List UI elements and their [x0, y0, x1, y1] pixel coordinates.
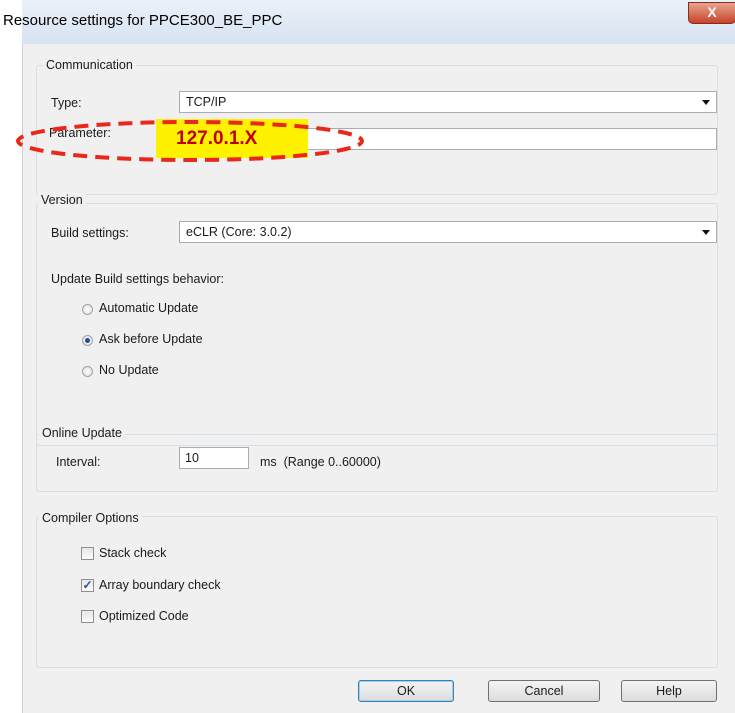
- annotation-ellipse: [16, 120, 364, 162]
- annotation-overlay: [16, 120, 364, 162]
